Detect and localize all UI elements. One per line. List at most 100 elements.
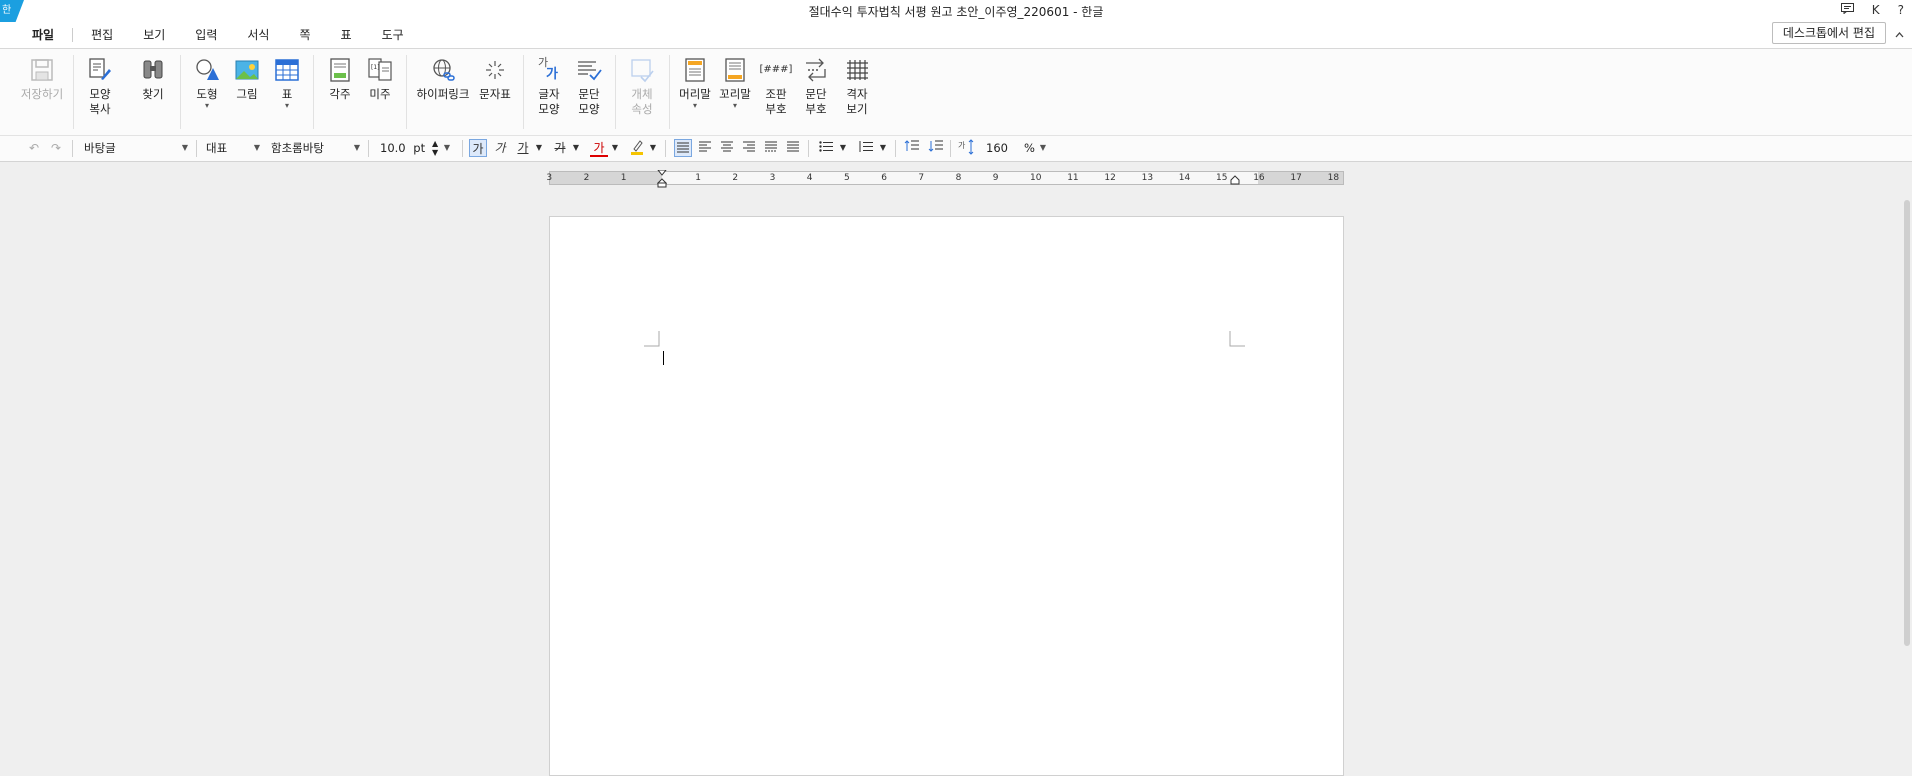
footer-dropdown-icon[interactable]: ▾ [714, 102, 756, 110]
header-button[interactable]: 머리말 ▾ [674, 57, 716, 110]
shape-button[interactable]: 도형 ▾ [186, 57, 228, 110]
underline-button[interactable]: 가 [514, 139, 532, 157]
distribute-icon[interactable] [762, 139, 780, 157]
menu-insert[interactable]: 입력 [195, 26, 217, 43]
shape-dropdown-icon[interactable]: ▾ [186, 102, 228, 110]
horizontal-ruler[interactable]: 3 2 1 1 2 3 4 5 6 7 8 9 10 11 12 13 14 15 16 17 18 [546, 169, 1344, 188]
decrease-indent-icon[interactable] [926, 139, 944, 157]
ruler-tick-label: 2 [732, 173, 739, 183]
edit-in-desktop-button[interactable]: 데스크톱에서 편집 [1771, 22, 1886, 44]
user-avatar[interactable]: K [1872, 3, 1880, 17]
strikethrough-dropdown-icon[interactable]: ▼ [571, 139, 581, 157]
ruler-tick-label: 15 [1216, 173, 1228, 183]
endnote-icon: [1] [368, 58, 392, 81]
object-properties-label-2: 속성 [631, 102, 653, 116]
save-icon [31, 59, 53, 81]
document-page[interactable] [549, 216, 1344, 776]
font-size-unit: pt [413, 141, 426, 155]
divide-align-icon[interactable] [784, 139, 802, 157]
menu-tools[interactable]: 도구 [382, 26, 404, 43]
bold-button[interactable]: 가 [469, 139, 487, 157]
menu-bar: 파일 편집 보기 입력 서식 쪽 표 도구 [0, 22, 1912, 49]
find-button[interactable]: 찾기 [132, 57, 174, 102]
grid-view-label-1: 격자 [846, 87, 868, 101]
footnote-button[interactable]: 각주 [319, 57, 361, 102]
font-size-stepper-icon[interactable]: ▲ ▼ [432, 139, 438, 157]
numbered-list-dropdown-icon[interactable]: ▼ [878, 139, 888, 157]
right-indent-marker-icon[interactable] [1230, 174, 1240, 186]
object-properties-label-1: 개체 [631, 87, 653, 101]
italic-button[interactable]: 가 [491, 139, 509, 157]
text-cursor [663, 351, 664, 365]
style-select[interactable]: 바탕글 ▼ [84, 139, 188, 157]
header-dropdown-icon[interactable]: ▾ [674, 102, 716, 110]
format-copy-button[interactable]: 모양 복사 [79, 57, 121, 117]
justify-align-icon[interactable] [674, 139, 692, 157]
markup-symbol-button[interactable]: [###] 조판 부호 [755, 57, 797, 117]
left-indent-marker-icon[interactable] [656, 169, 668, 188]
font-color-dropdown-icon[interactable]: ▼ [610, 139, 620, 157]
strikethrough-button[interactable]: 가 [551, 139, 569, 157]
font-color-button[interactable]: 가 [590, 139, 608, 157]
footer-icon [725, 58, 745, 82]
endnote-button[interactable]: [1] 미주 [359, 57, 401, 102]
paragraph-mark-label-1: 문단 [805, 87, 827, 101]
align-left-icon[interactable] [696, 139, 714, 157]
undo-icon[interactable]: ↶ [26, 139, 42, 157]
scrollbar-thumb[interactable] [1904, 200, 1910, 646]
menu-edit[interactable]: 편집 [91, 26, 113, 43]
increase-indent-icon[interactable] [902, 139, 920, 157]
ribbon-divider [669, 55, 670, 129]
grid-view-button[interactable]: 격자 보기 [836, 57, 878, 117]
picture-button[interactable]: 그림 [226, 57, 268, 102]
collapse-ribbon-icon[interactable] [1895, 30, 1904, 41]
menu-table[interactable]: 표 [341, 26, 352, 43]
redo-icon[interactable]: ↷ [48, 139, 64, 157]
paragraph-mark-icon [806, 58, 826, 82]
line-spacing-input[interactable]: 160 % ▼ [986, 139, 1046, 157]
footnote-icon [330, 58, 350, 82]
table-label: 표 [281, 87, 293, 101]
style-value: 바탕글 [84, 141, 116, 155]
ribbon-divider [406, 55, 407, 129]
numbered-list-icon[interactable] [857, 139, 875, 157]
hyperlink-button[interactable]: 하이퍼링크 [414, 57, 472, 102]
menu-page[interactable]: 쪽 [299, 26, 310, 43]
table-dropdown-icon[interactable]: ▾ [266, 102, 308, 110]
object-properties-button[interactable]: 개체 속성 [621, 57, 663, 117]
toolbar-divider [808, 140, 809, 157]
paragraph-mark-button[interactable]: 문단 부호 [795, 57, 837, 117]
highlight-icon[interactable] [628, 139, 646, 157]
line-spacing-unit: % [1024, 141, 1035, 155]
highlight-dropdown-icon[interactable]: ▼ [648, 139, 658, 157]
shape-icon [196, 59, 219, 80]
underline-dropdown-icon[interactable]: ▼ [534, 139, 544, 157]
ruler-tick-label: 3 [769, 173, 776, 183]
save-button[interactable]: 저장하기 [20, 57, 64, 102]
char-shape-button[interactable]: 가 가 글자 모양 [528, 57, 570, 117]
language-select[interactable]: 대표 ▼ [206, 139, 260, 157]
font-size-input[interactable]: 10.0 pt ▲ ▼ ▼ [380, 139, 450, 157]
bullet-list-dropdown-icon[interactable]: ▼ [838, 139, 848, 157]
align-right-icon[interactable] [740, 139, 758, 157]
menu-view[interactable]: 보기 [143, 26, 165, 43]
markup-label-2: 부호 [765, 102, 787, 116]
title-bar: 한 절대수익 투자법칙 서평 원고 초안_이주영_220601 - 한글 K ? [0, 0, 1912, 22]
align-center-icon[interactable] [718, 139, 736, 157]
margin-guide-top-right [1229, 331, 1245, 347]
comment-icon[interactable] [1840, 3, 1854, 17]
format-copy-label-2: 복사 [89, 102, 111, 116]
bullet-list-icon[interactable] [817, 139, 835, 157]
help-icon[interactable]: ? [1898, 3, 1904, 17]
table-button[interactable]: 표 ▾ [266, 57, 308, 110]
menu-file[interactable]: 파일 [32, 26, 54, 43]
font-select[interactable]: 함초롬바탕 ▼ [271, 139, 360, 157]
menu-format[interactable]: 서식 [247, 26, 269, 43]
symbol-button[interactable]: 문자표 [474, 57, 516, 102]
ruler-tick-label: 1 [695, 173, 701, 183]
line-spacing-value: 160 [986, 141, 1008, 155]
markup-symbol-icon: [###] [759, 64, 793, 75]
para-shape-button[interactable]: 문단 모양 [568, 57, 610, 117]
footer-button[interactable]: 꼬리말 ▾ [714, 57, 756, 110]
toolbar-divider [950, 140, 951, 157]
